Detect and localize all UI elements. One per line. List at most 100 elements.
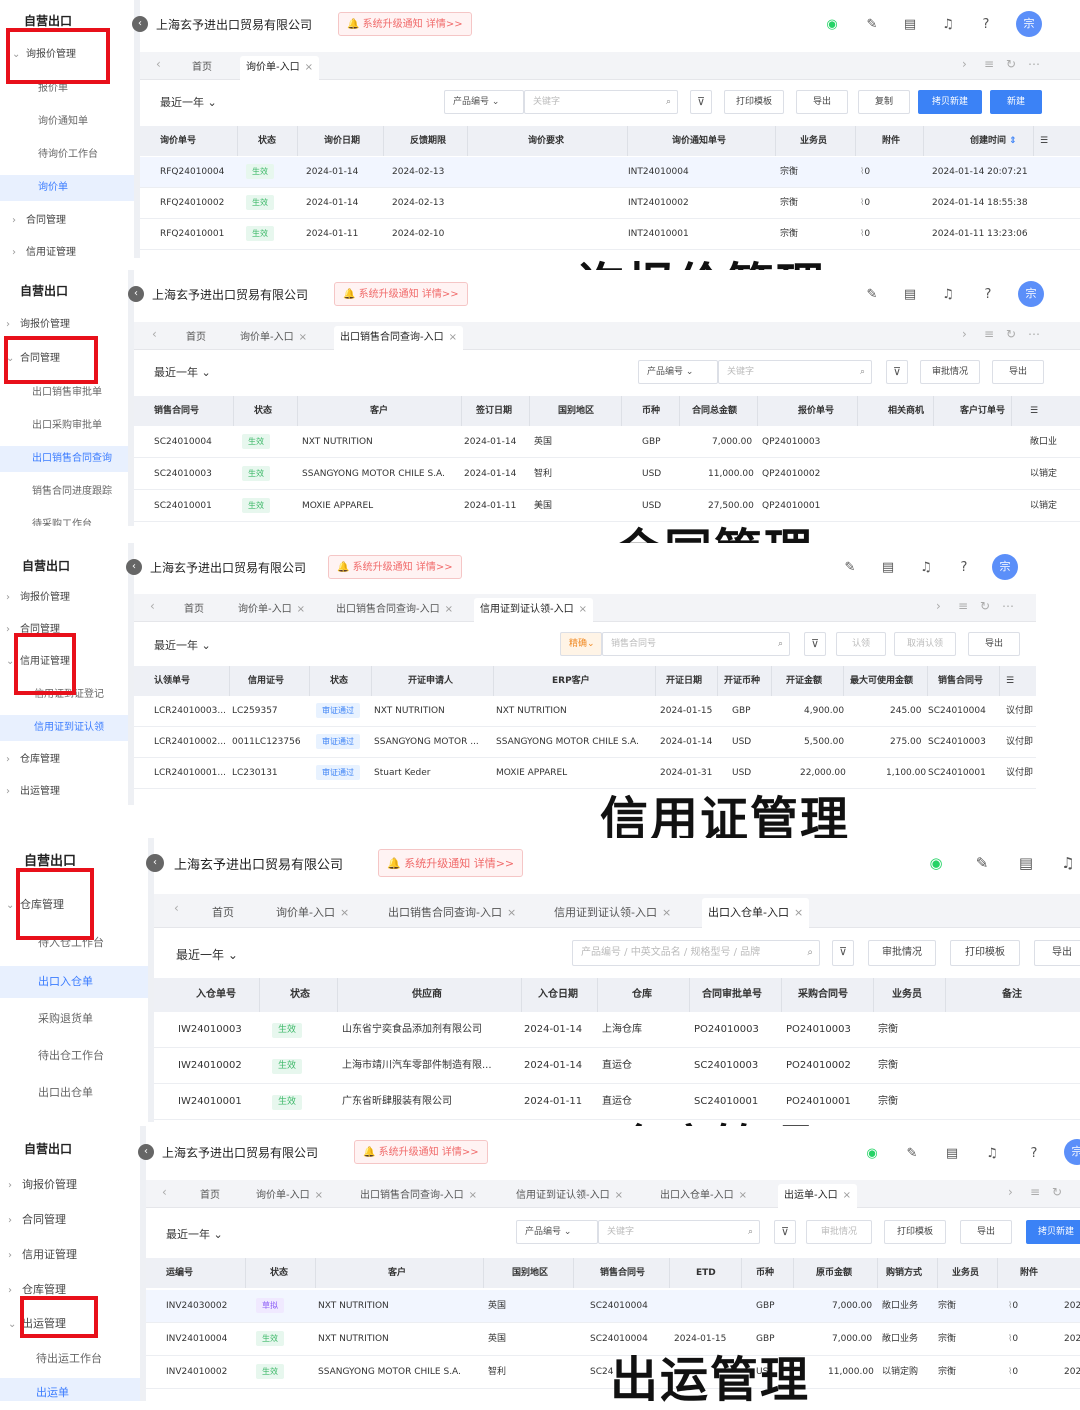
refresh-icon[interactable]: ↻ bbox=[1052, 1185, 1062, 1199]
col-issue-date[interactable]: 开证日期 bbox=[656, 666, 718, 696]
close-icon[interactable]: × bbox=[469, 1190, 477, 1201]
col-contract-no[interactable]: 销售合同号 bbox=[148, 396, 234, 426]
cell-claim-no[interactable]: LCR24010002... bbox=[148, 727, 232, 758]
keyword-input[interactable]: 关键字 ⌕ bbox=[718, 360, 872, 384]
tab-home[interactable]: 首页 bbox=[178, 598, 210, 622]
close-icon[interactable]: × bbox=[445, 604, 453, 615]
col-sign-date[interactable]: 签订日期 bbox=[462, 396, 530, 426]
tab-warehouse[interactable]: 出口入仓单-入口 × bbox=[702, 898, 810, 928]
claim-button[interactable]: 认领 bbox=[836, 632, 886, 656]
approval-status-button[interactable]: 审批情况 bbox=[806, 1220, 872, 1244]
approval-status-button[interactable]: 审批情况 bbox=[920, 360, 980, 384]
table-row[interactable]: IW24010003 生效 山东省宁奕食品添加剂有限公司 2024-01-14 … bbox=[154, 1012, 1080, 1048]
col-notice-no[interactable]: 询价通知单号 bbox=[628, 126, 776, 156]
period-select[interactable]: 最近一年 ⌄ bbox=[160, 94, 217, 110]
col-purchase-no[interactable]: 采购合同号 bbox=[782, 978, 874, 1012]
doc-icon[interactable]: ▤ bbox=[1018, 855, 1034, 871]
close-icon[interactable]: × bbox=[299, 332, 307, 343]
col-salesman[interactable]: 业务员 bbox=[874, 978, 946, 1012]
upgrade-notice[interactable]: 🔔 系统升级通知 详情>> bbox=[378, 849, 524, 877]
period-select[interactable]: 最近一年 ⌄ bbox=[154, 637, 211, 653]
sidebar-item-shipping-workbench[interactable]: 待出运工作台 bbox=[0, 1346, 140, 1372]
period-select[interactable]: 最近一年 ⌄ bbox=[176, 946, 238, 963]
filter-icon[interactable]: ⊽ bbox=[886, 360, 908, 384]
table-row[interactable]: LCR24010003... LC259357 审证通过 NXT NUTRITI… bbox=[134, 696, 1036, 727]
col-region[interactable]: 国别地区 bbox=[530, 396, 622, 426]
doc-icon[interactable]: ▤ bbox=[880, 560, 896, 576]
cell-attachment[interactable]: ⌇0 bbox=[854, 157, 870, 188]
tab-inquiry[interactable]: 询价单-入口 × bbox=[234, 326, 313, 350]
edit-icon[interactable]: ✎ bbox=[864, 287, 880, 303]
tab-contract[interactable]: 出口销售合同查询-入口 × bbox=[334, 326, 463, 350]
cell-inquiry-no[interactable]: RFQ24010002 bbox=[154, 188, 224, 219]
col-inbound-date[interactable]: 入仓日期 bbox=[522, 978, 598, 1012]
filter-icon[interactable]: ⊽ bbox=[832, 940, 854, 966]
upgrade-notice[interactable]: 🔔 系统升级通知 详情>> bbox=[328, 555, 462, 579]
tab-inquiry[interactable]: 询价单-入口 × bbox=[232, 598, 311, 622]
close-icon[interactable]: × bbox=[449, 332, 457, 343]
whatsapp-icon[interactable]: ◉ bbox=[864, 1146, 880, 1162]
sidebar-item-inquiry-workbench[interactable]: 待询价工作台 bbox=[0, 142, 134, 168]
tab-inquiry[interactable]: 询价单-入口 × bbox=[270, 898, 355, 928]
col-shipment-no[interactable]: 运编号 bbox=[160, 1258, 246, 1288]
new-button[interactable]: 新建 bbox=[990, 90, 1042, 114]
product-search-input[interactable]: 产品编号 / 中英文品名 / 规格型号 / 品牌 ⌕ bbox=[572, 940, 820, 966]
product-select[interactable]: 产品编号 ⌄ bbox=[516, 1220, 598, 1244]
col-contract-no[interactable]: 销售合同号 bbox=[574, 1258, 670, 1288]
col-total[interactable]: 合同总金额 bbox=[680, 396, 758, 426]
refresh-icon[interactable]: ↻ bbox=[1006, 57, 1016, 71]
help-icon[interactable]: ? bbox=[956, 560, 972, 576]
tab-home[interactable]: 首页 bbox=[186, 56, 218, 80]
cell-attachment[interactable]: ⌇0 bbox=[1002, 1290, 1018, 1323]
whatsapp-icon[interactable]: ◉ bbox=[824, 17, 840, 33]
table-row[interactable]: RFQ24010002 生效 2024-01-14 2024-02-13 INT… bbox=[140, 188, 1080, 219]
edit-icon[interactable]: ✎ bbox=[904, 1146, 920, 1162]
col-trade-mode[interactable]: 购销方式 bbox=[878, 1258, 938, 1288]
col-deadline[interactable]: 反馈期限 bbox=[384, 126, 468, 156]
col-currency[interactable]: 币种 bbox=[742, 1258, 794, 1288]
keyword-input[interactable]: 关键字 ⌕ bbox=[524, 90, 678, 114]
tab-home[interactable]: 首页 bbox=[206, 898, 240, 928]
sidebar-item-purchase-workbench[interactable]: 待采购工作台 bbox=[0, 512, 128, 526]
col-issue-amount[interactable]: 开证金额 bbox=[772, 666, 844, 696]
keyword-input[interactable]: 关键字 ⌕ bbox=[598, 1220, 760, 1244]
export-button[interactable]: 导出 bbox=[992, 360, 1044, 384]
col-customer-po[interactable]: 客户订单号 bbox=[934, 396, 1012, 426]
sidebar-item-lc[interactable]: › 信用证管理 bbox=[0, 240, 134, 258]
close-icon[interactable]: × bbox=[615, 1190, 623, 1201]
doc-icon[interactable]: ▤ bbox=[902, 287, 918, 303]
bell-icon[interactable]: ♫ bbox=[1060, 855, 1076, 871]
chevron-right-icon[interactable]: › bbox=[936, 599, 941, 613]
chevron-right-icon[interactable]: › bbox=[1008, 1185, 1013, 1199]
sidebar-item-lc[interactable]: › 信用证管理 bbox=[0, 1242, 140, 1268]
tab-shipping[interactable]: 出运单-入口 × bbox=[778, 1184, 857, 1208]
col-status[interactable]: 状态 bbox=[310, 666, 372, 696]
more-icon[interactable]: ⋯ bbox=[1002, 599, 1014, 613]
cell-contract-no[interactable]: SC24010003 bbox=[148, 459, 212, 490]
upgrade-notice[interactable]: 🔔 系统升级通知 详情>> bbox=[338, 12, 472, 36]
avatar[interactable]: 宗 bbox=[992, 554, 1018, 580]
tab-contract[interactable]: 出口销售合同查询-入口 × bbox=[354, 1184, 483, 1208]
match-mode-select[interactable]: 精确⌄ bbox=[560, 632, 602, 656]
tab-lc[interactable]: 信用证到证认领-入口 × bbox=[548, 898, 677, 928]
tab-contract[interactable]: 出口销售合同查询-入口 × bbox=[382, 898, 522, 928]
sidebar-item-inquiry-list[interactable]: 询价单 bbox=[0, 175, 134, 201]
menu-icon[interactable]: ≡ bbox=[984, 57, 994, 71]
more-icon[interactable]: ⋯ bbox=[1028, 57, 1040, 71]
cancel-claim-button[interactable]: 取消认领 bbox=[894, 632, 956, 656]
tab-home[interactable]: 首页 bbox=[180, 326, 212, 350]
bell-icon[interactable]: ♫ bbox=[940, 287, 956, 303]
more-icon[interactable]: ⋯ bbox=[1028, 327, 1040, 341]
edit-icon[interactable]: ✎ bbox=[842, 560, 858, 576]
filter-icon[interactable]: ⊽ bbox=[690, 90, 712, 114]
back-icon[interactable]: ‹ bbox=[128, 286, 144, 302]
cell-contract-no[interactable]: SC24010004 bbox=[148, 427, 212, 458]
close-icon[interactable]: × bbox=[315, 1190, 323, 1201]
menu-icon[interactable]: ≡ bbox=[1030, 1185, 1040, 1199]
cell-inbound-no[interactable]: IW24010001 bbox=[172, 1084, 242, 1120]
cell-claim-no[interactable]: LCR24010001... bbox=[148, 758, 232, 789]
col-amount[interactable]: 原币金额 bbox=[794, 1258, 878, 1288]
col-applicant[interactable]: 开证申请人 bbox=[372, 666, 494, 696]
chevron-left-icon[interactable]: ‹ bbox=[156, 57, 161, 71]
doc-icon[interactable]: ▤ bbox=[944, 1146, 960, 1162]
